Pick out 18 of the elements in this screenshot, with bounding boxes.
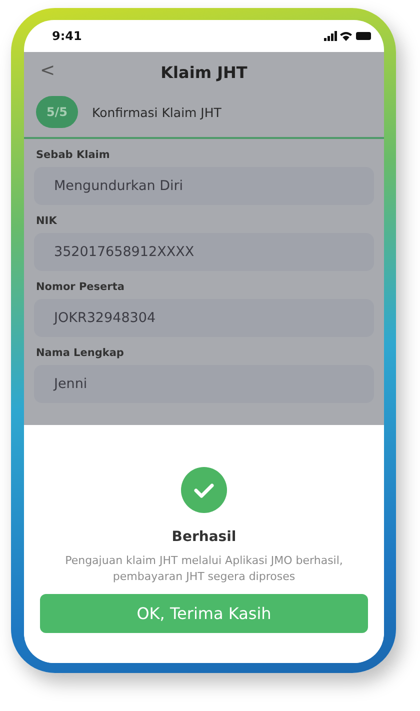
step-label: Konfirmasi Klaim JHT bbox=[92, 104, 222, 120]
input-field[interactable]: 352017658912XXXX bbox=[34, 233, 374, 271]
input-field[interactable]: Jenni bbox=[34, 365, 374, 403]
dialog-title: Berhasil bbox=[172, 529, 236, 545]
input-field[interactable]: JOKR32948304 bbox=[34, 299, 374, 337]
field-label: NIK bbox=[35, 215, 58, 227]
status-icons bbox=[324, 30, 372, 42]
input-field[interactable]: Mengundurkan Diri bbox=[34, 167, 374, 205]
field-label: Nomor Peserta bbox=[35, 281, 126, 293]
back-button[interactable]: < bbox=[40, 60, 56, 81]
step-badge: 5/5 bbox=[36, 96, 78, 128]
ok-button[interactable]: OK, Terima Kasih bbox=[40, 594, 368, 633]
field-label: Sebab Klaim bbox=[35, 149, 111, 161]
dialog-message: Pengajuan klaim JHT melalui Aplikasi JMO berhasil, pembayaran JHT segera diproses bbox=[64, 553, 344, 584]
status-time: 9:41 bbox=[52, 29, 82, 43]
field-label: Nama Lengkap bbox=[35, 347, 125, 359]
check-icon bbox=[181, 467, 227, 513]
screen-title: Klaim JHT bbox=[160, 62, 248, 82]
